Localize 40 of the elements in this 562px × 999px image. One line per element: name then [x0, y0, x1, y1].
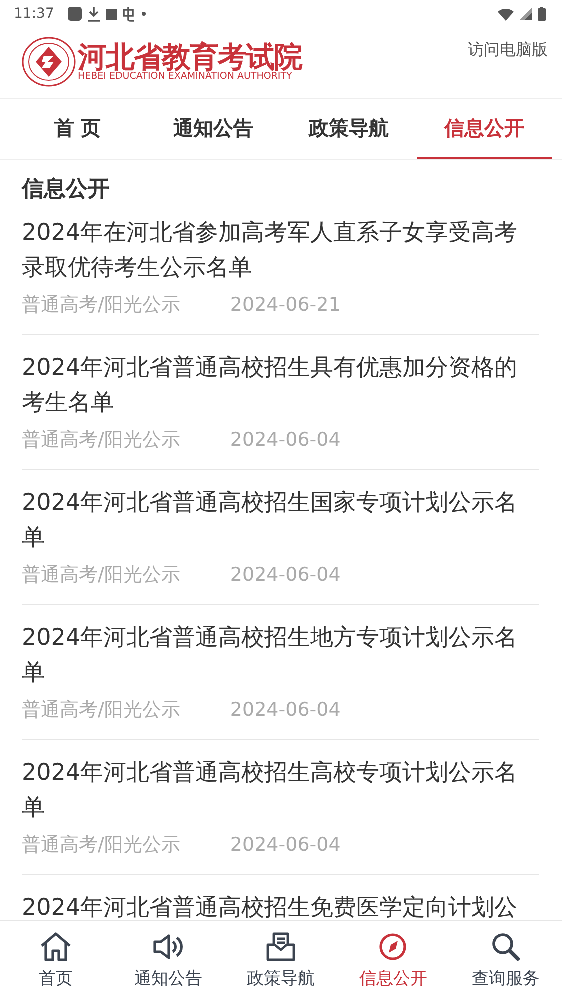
article-date: 2024-06-21 [230, 293, 341, 318]
article-date: 2024-06-04 [230, 563, 341, 588]
wifi-icon [498, 8, 514, 20]
article-title[interactable]: 2024年在河北省参加高考军人直系子女享受高考录取优待考生公示名单 [22, 216, 539, 286]
input-method-icon [123, 6, 136, 22]
article-category: 普通高考/阳光公示 [22, 833, 180, 858]
home-icon [39, 930, 74, 962]
status-time: 11:37 [14, 6, 54, 22]
bottom-nav-item[interactable]: 查询服务 [450, 921, 562, 999]
desktop-version-link[interactable]: 访问电脑版 [468, 40, 548, 61]
article-date: 2024-06-04 [230, 698, 341, 723]
article-title[interactable]: 2024年河北省普通高校招生高校专项计划公示名单 [22, 756, 539, 826]
emblem-icon [22, 37, 76, 87]
app-icon [68, 7, 82, 21]
logo-subtitle: HEBEI EDUCATION EXAMINATION AUTHORITY [78, 72, 292, 82]
article-title[interactable]: 2024年河北省普通高校招生地方专项计划公示名单 [22, 621, 539, 691]
article-category: 普通高考/阳光公示 [22, 428, 180, 453]
article-date: 2024-06-04 [230, 428, 341, 453]
nav-tab[interactable]: 首 页 [10, 99, 146, 159]
bottom-nav-item[interactable]: 通知公告 [112, 921, 225, 999]
article-title[interactable]: 2024年河北省普通高校招生免费医学定向计划公 [22, 891, 539, 920]
nav-tab[interactable]: 信息公开 [416, 99, 552, 159]
nav-tab[interactable]: 通知公告 [146, 99, 281, 159]
nav-tab[interactable]: 政策导航 [281, 99, 416, 159]
logo-title: 河北省教育考试院 [78, 42, 302, 72]
section-title: 信息公开 [22, 176, 111, 204]
bottom-nav-item[interactable]: 政策导航 [224, 921, 338, 999]
article-category: 普通高考/阳光公示 [22, 563, 180, 588]
article-category: 普通高考/阳光公示 [22, 698, 180, 723]
article-title[interactable]: 2024年河北省普通高校招生国家专项计划公示名单 [22, 486, 539, 556]
article-title[interactable]: 2024年河北省普通高校招生具有优惠加分资格的考生名单 [22, 351, 539, 421]
article-category: 普通高考/阳光公示 [22, 293, 180, 318]
bottom-nav-item[interactable]: 首页 [0, 921, 112, 999]
download-icon [88, 6, 100, 22]
square-icon [106, 8, 118, 20]
article-date: 2024-06-04 [230, 833, 341, 858]
battery-icon [538, 7, 546, 21]
signal-icon [520, 8, 532, 20]
dot-icon [142, 12, 146, 16]
bottom-nav-item[interactable]: 信息公开 [337, 921, 450, 999]
